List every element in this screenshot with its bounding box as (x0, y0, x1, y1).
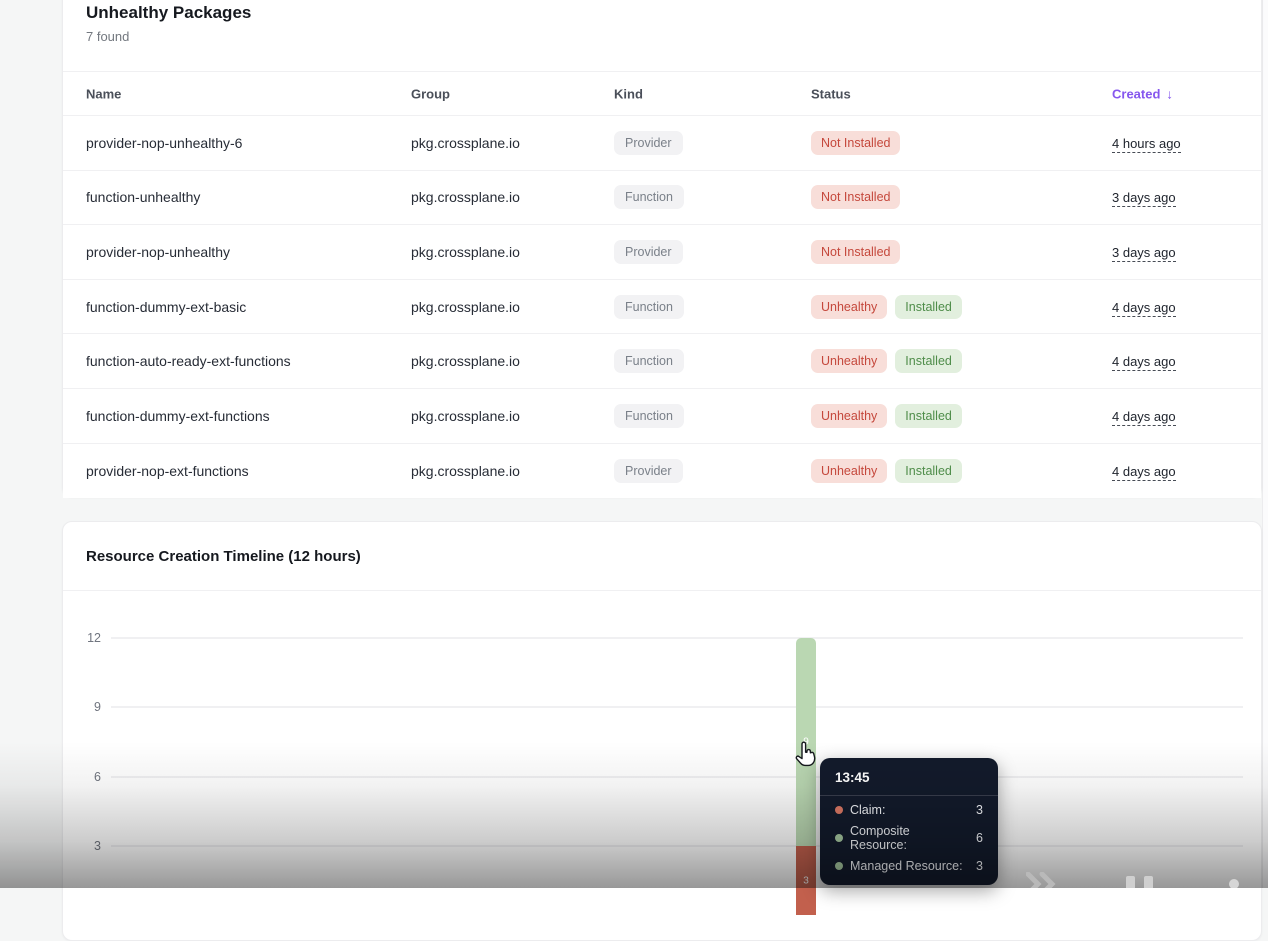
table-header-row: Name Group Kind Status Created↓ (63, 71, 1261, 116)
timeline-chart-card: Resource Creation Timeline (12 hours) 12… (62, 521, 1262, 941)
status-badge: Not Installed (811, 240, 900, 264)
package-group: pkg.crossplane.io (411, 189, 609, 205)
bar-value-label: 3 (796, 875, 816, 886)
package-group: pkg.crossplane.io (411, 463, 609, 479)
status-badge: Installed (895, 349, 962, 373)
column-header-group[interactable]: Group (411, 86, 609, 101)
y-axis-tick: 12 (63, 631, 101, 645)
y-axis-tick: 9 (63, 700, 101, 714)
created-link[interactable]: 4 days ago (1112, 409, 1176, 426)
tooltip-value: 3 (976, 859, 983, 873)
status-badge: Unhealthy (811, 404, 887, 428)
tooltip-value: 3 (976, 803, 983, 817)
created-link[interactable]: 3 days ago (1112, 190, 1176, 207)
cursor-hand-icon (795, 740, 819, 773)
tooltip-label: Composite Resource: (850, 824, 969, 852)
table-row[interactable]: provider-nop-ext-functions pkg.crossplan… (63, 444, 1261, 499)
kind-badge: Provider (614, 459, 683, 483)
created-link[interactable]: 4 days ago (1112, 300, 1176, 317)
status-badge: Not Installed (811, 185, 900, 209)
status-cell: Not Installed (811, 185, 1107, 209)
kind-badge: Function (614, 404, 684, 428)
gridline (111, 845, 1243, 847)
package-group: pkg.crossplane.io (411, 299, 609, 315)
sort-desc-icon: ↓ (1166, 86, 1173, 101)
status-cell: Unhealthy Installed (811, 459, 1107, 483)
table-row[interactable]: provider-nop-unhealthy-6 pkg.crossplane.… (63, 116, 1261, 171)
tooltip-row: Claim: 3 (835, 803, 983, 817)
tooltip-value: 6 (976, 831, 983, 845)
status-badge: Installed (895, 459, 962, 483)
status-badge: Unhealthy (811, 349, 887, 373)
tooltip-label: Claim: (850, 803, 885, 817)
package-name: function-dummy-ext-basic (86, 299, 406, 315)
column-header-status[interactable]: Status (811, 86, 1107, 101)
kind-badge: Function (614, 185, 684, 209)
y-axis-tick: 3 (63, 839, 101, 853)
package-name: function-dummy-ext-functions (86, 408, 406, 424)
gridline (111, 706, 1243, 708)
series-dot-icon (835, 806, 843, 814)
chart-title: Resource Creation Timeline (12 hours) (86, 548, 361, 565)
package-group: pkg.crossplane.io (411, 408, 609, 424)
skip-forward-icon[interactable] (1026, 872, 1066, 888)
tooltip-label: Managed Resource: (850, 859, 963, 873)
unhealthy-packages-card: Unhealthy Packages 7 found Name Group Ki… (62, 0, 1262, 497)
table-row[interactable]: function-dummy-ext-basic pkg.crossplane.… (63, 280, 1261, 335)
status-cell: Unhealthy Installed (811, 295, 1107, 319)
kind-badge: Provider (614, 131, 683, 155)
created-link[interactable]: 3 days ago (1112, 245, 1176, 262)
package-name: provider-nop-unhealthy (86, 244, 406, 260)
status-badge: Not Installed (811, 131, 900, 155)
gridline (111, 776, 1243, 778)
created-link[interactable]: 4 days ago (1112, 464, 1176, 481)
scroll-track[interactable] (1262, 0, 1268, 888)
package-name: function-unhealthy (86, 189, 406, 205)
tooltip-row: Managed Resource: 3 (835, 859, 983, 873)
divider (63, 590, 1261, 591)
tooltip-time: 13:45 (835, 770, 983, 785)
package-name: provider-nop-unhealthy-6 (86, 135, 406, 151)
package-group: pkg.crossplane.io (411, 353, 609, 369)
status-badge: Unhealthy (811, 459, 887, 483)
table-row[interactable]: function-unhealthy pkg.crossplane.io Fun… (63, 171, 1261, 226)
kind-badge: Function (614, 295, 684, 319)
y-axis-tick: 6 (63, 770, 101, 784)
column-header-kind[interactable]: Kind (614, 86, 806, 101)
table-row[interactable]: function-auto-ready-ext-functions pkg.cr… (63, 334, 1261, 389)
package-name: provider-nop-ext-functions (86, 463, 406, 479)
package-table-body: provider-nop-unhealthy-6 pkg.crossplane.… (63, 116, 1261, 498)
column-header-name[interactable]: Name (86, 86, 406, 101)
page-title: Unhealthy Packages (86, 3, 251, 23)
table-row[interactable]: provider-nop-unhealthy pkg.crossplane.io… (63, 225, 1261, 280)
status-cell: Not Installed (811, 131, 1107, 155)
status-cell: Not Installed (811, 240, 1107, 264)
status-cell: Unhealthy Installed (811, 404, 1107, 428)
kind-badge: Function (614, 349, 684, 373)
created-link[interactable]: 4 days ago (1112, 354, 1176, 371)
series-dot-icon (835, 834, 843, 842)
tooltip-row: Composite Resource: 6 (835, 824, 983, 852)
status-badge: Installed (895, 295, 962, 319)
kind-badge: Provider (614, 240, 683, 264)
created-link[interactable]: 4 hours ago (1112, 136, 1181, 153)
status-badge: Installed (895, 404, 962, 428)
package-name: function-auto-ready-ext-functions (86, 353, 406, 369)
series-dot-icon (835, 862, 843, 870)
status-cell: Unhealthy Installed (811, 349, 1107, 373)
tooltip-rows: Claim: 3 Composite Resource: 6 Managed Resou… (835, 803, 983, 873)
package-group: pkg.crossplane.io (411, 244, 609, 260)
pause-icon[interactable] (1124, 874, 1158, 888)
result-count: 7 found (86, 29, 129, 44)
gridline (111, 637, 1243, 639)
table-row[interactable]: function-dummy-ext-functions pkg.crosspl… (63, 389, 1261, 444)
package-group: pkg.crossplane.io (411, 135, 609, 151)
column-header-created[interactable]: Created↓ (1112, 86, 1257, 101)
divider (820, 795, 998, 796)
dot-icon[interactable] (1228, 876, 1240, 888)
chart-tooltip: 13:45 Claim: 3 Composite Resource: 6 Managed… (820, 758, 998, 885)
status-badge: Unhealthy (811, 295, 887, 319)
